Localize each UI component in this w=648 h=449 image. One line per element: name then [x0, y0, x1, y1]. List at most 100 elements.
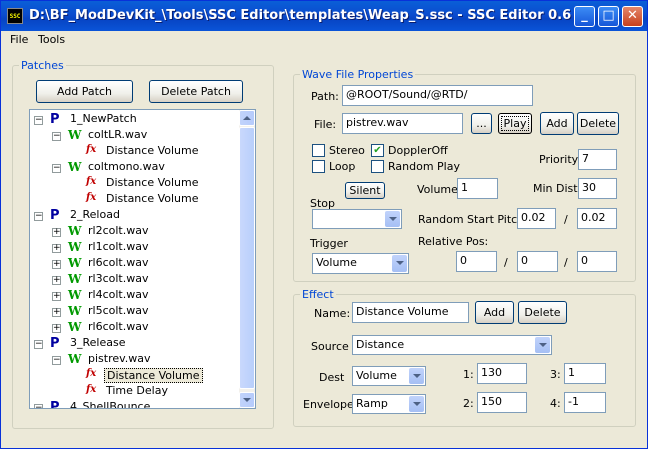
- tree-node-wave[interactable]: − Wcoltmono.wav: [30, 160, 240, 176]
- effect-delete-button[interactable]: Delete: [518, 301, 567, 324]
- expand-icon[interactable]: +: [52, 228, 61, 237]
- path-label: Path:: [311, 90, 339, 103]
- tree-node-wave[interactable]: + Wrl1colt.wav: [30, 240, 240, 256]
- expand-icon[interactable]: +: [52, 276, 61, 285]
- stereo-checkbox[interactable]: [312, 144, 325, 157]
- source-select[interactable]: Distance: [352, 335, 552, 355]
- tree-node-label: 3_Release: [70, 336, 126, 349]
- patch-tree[interactable]: − P 4_ShellBounce fx Time Delay fx Distance Vo…: [29, 109, 256, 409]
- param-3-input[interactable]: 1: [564, 363, 606, 384]
- tree-node-wave[interactable]: + Wrl4colt.wav: [30, 288, 240, 304]
- minimize-button[interactable]: _: [574, 6, 595, 27]
- relative-pos-y-input[interactable]: 0: [517, 251, 558, 272]
- chevron-down-icon[interactable]: [385, 211, 400, 227]
- random-start-max-input[interactable]: 0.02: [577, 208, 617, 229]
- file-input[interactable]: pistrev.wav: [342, 113, 463, 134]
- relative-pos-x-input[interactable]: 0: [456, 251, 497, 272]
- priority-input[interactable]: 7: [578, 149, 617, 170]
- tree-node-wave[interactable]: + Wrl3colt.wav: [30, 272, 240, 288]
- browse-button[interactable]: ...: [471, 113, 492, 134]
- maximize-button[interactable]: □: [598, 6, 619, 27]
- menu-tools[interactable]: Tools: [38, 33, 65, 46]
- trigger-select[interactable]: Volume: [312, 253, 409, 274]
- relative-pos-separator-1: /: [504, 256, 508, 269]
- tree-scrollbar[interactable]: [239, 110, 255, 408]
- app-icon[interactable]: SSC: [7, 8, 23, 24]
- silent-button[interactable]: Silent: [345, 182, 385, 199]
- stop-select[interactable]: [312, 209, 402, 229]
- window-title: D:\BF_ModDevKit_\Tools\SSC Editor\templa…: [29, 8, 572, 23]
- doppler-checkbox[interactable]: ✔: [371, 144, 384, 157]
- random-start-min-input[interactable]: 0.02: [517, 208, 556, 229]
- expand-icon[interactable]: +: [52, 260, 61, 269]
- close-button[interactable]: ✕: [622, 6, 643, 27]
- title-bar[interactable]: SSC D:\BF_ModDevKit_\Tools\SSC Editor\te…: [1, 1, 647, 31]
- path-input[interactable]: @ROOT/Sound/@RTD/: [342, 85, 533, 106]
- tree-node-wave[interactable]: − Wpistrev.wav: [30, 352, 240, 368]
- play-button[interactable]: Play: [498, 113, 532, 134]
- tree-node-patch[interactable]: − P 2_Reload: [30, 208, 240, 224]
- scroll-up-button[interactable]: [239, 110, 255, 126]
- tree-node-patch[interactable]: − P 3_Release: [30, 336, 240, 352]
- expand-icon[interactable]: +: [52, 324, 61, 333]
- scroll-thumb[interactable]: [239, 127, 255, 389]
- expand-icon[interactable]: +: [52, 244, 61, 253]
- collapse-icon[interactable]: −: [52, 356, 61, 365]
- random-start-label: Random Start Pitch:: [418, 213, 528, 226]
- param-4-input[interactable]: -1: [564, 392, 606, 413]
- effect-name-input[interactable]: Distance Volume: [352, 302, 469, 323]
- patch-icon: P: [50, 336, 60, 351]
- tree-node-label: 4_ShellBounce: [70, 400, 151, 409]
- param-2-input[interactable]: 150: [477, 392, 527, 413]
- expand-icon[interactable]: +: [52, 292, 61, 301]
- collapse-icon[interactable]: −: [52, 132, 61, 141]
- tree-node-patch[interactable]: − P 1_NewPatch: [30, 112, 240, 128]
- tree-node-effect[interactable]: fx Distance Volume: [30, 192, 240, 208]
- effect-add-button[interactable]: Add: [475, 301, 514, 324]
- tree-node-patch[interactable]: − P 4_ShellBounce: [30, 400, 240, 409]
- tree-node-effect[interactable]: fx Distance Volume: [30, 368, 240, 384]
- effect-icon: fx: [86, 144, 97, 155]
- random-play-checkbox[interactable]: [371, 160, 384, 173]
- dest-select-value: Volume: [356, 369, 397, 382]
- tree-node-label: Time Delay: [106, 384, 168, 397]
- tree-node-wave[interactable]: + Wrl6colt.wav: [30, 256, 240, 272]
- wave-icon: W: [68, 352, 82, 366]
- main-window: SSC D:\BF_ModDevKit_\Tools\SSC Editor\te…: [0, 0, 648, 449]
- chevron-down-icon[interactable]: [392, 255, 407, 272]
- menu-file[interactable]: File: [10, 33, 28, 46]
- tree-node-label: rl6colt.wav: [88, 320, 149, 333]
- tree-node-effect[interactable]: fx Time Delay: [30, 384, 240, 400]
- patch-icon: P: [50, 400, 60, 409]
- collapse-icon[interactable]: −: [34, 404, 43, 408]
- collapse-icon[interactable]: −: [34, 116, 43, 125]
- tree-node-wave[interactable]: + Wrl2colt.wav: [30, 224, 240, 240]
- tree-node-effect[interactable]: fx Distance Volume: [30, 144, 240, 160]
- tree-node-effect[interactable]: fx Distance Volume: [30, 176, 240, 192]
- collapse-icon[interactable]: −: [34, 340, 43, 349]
- dest-select[interactable]: Volume: [352, 366, 426, 386]
- relative-pos-z-input[interactable]: 0: [577, 251, 617, 272]
- volume-input[interactable]: 1: [457, 178, 498, 199]
- collapse-icon[interactable]: −: [52, 164, 61, 173]
- loop-checkbox[interactable]: [312, 160, 325, 173]
- tree-node-wave[interactable]: + Wrl6colt.wav: [30, 320, 240, 336]
- min-dist-input[interactable]: 30: [578, 178, 617, 199]
- delete-patch-button[interactable]: Delete Patch: [149, 80, 243, 103]
- add-patch-button[interactable]: Add Patch: [36, 80, 133, 103]
- chevron-down-icon[interactable]: [409, 368, 424, 384]
- min-dist-label: Min Dist: [533, 182, 578, 195]
- chevron-down-icon[interactable]: [409, 396, 424, 412]
- envelope-select[interactable]: Ramp: [352, 394, 426, 414]
- tree-node-wave[interactable]: − WcoltLR.wav: [30, 128, 240, 144]
- collapse-icon[interactable]: −: [34, 212, 43, 221]
- expand-icon[interactable]: +: [52, 308, 61, 317]
- wave-add-button[interactable]: Add: [540, 112, 574, 135]
- param-1-input[interactable]: 130: [477, 363, 527, 384]
- tree-node-wave[interactable]: + Wrl5colt.wav: [30, 304, 240, 320]
- dest-label: Dest: [319, 371, 345, 384]
- scroll-down-button[interactable]: [239, 392, 255, 408]
- chevron-down-icon[interactable]: [535, 337, 550, 353]
- wave-delete-button[interactable]: Delete: [577, 112, 619, 135]
- source-label: Source: [311, 340, 349, 353]
